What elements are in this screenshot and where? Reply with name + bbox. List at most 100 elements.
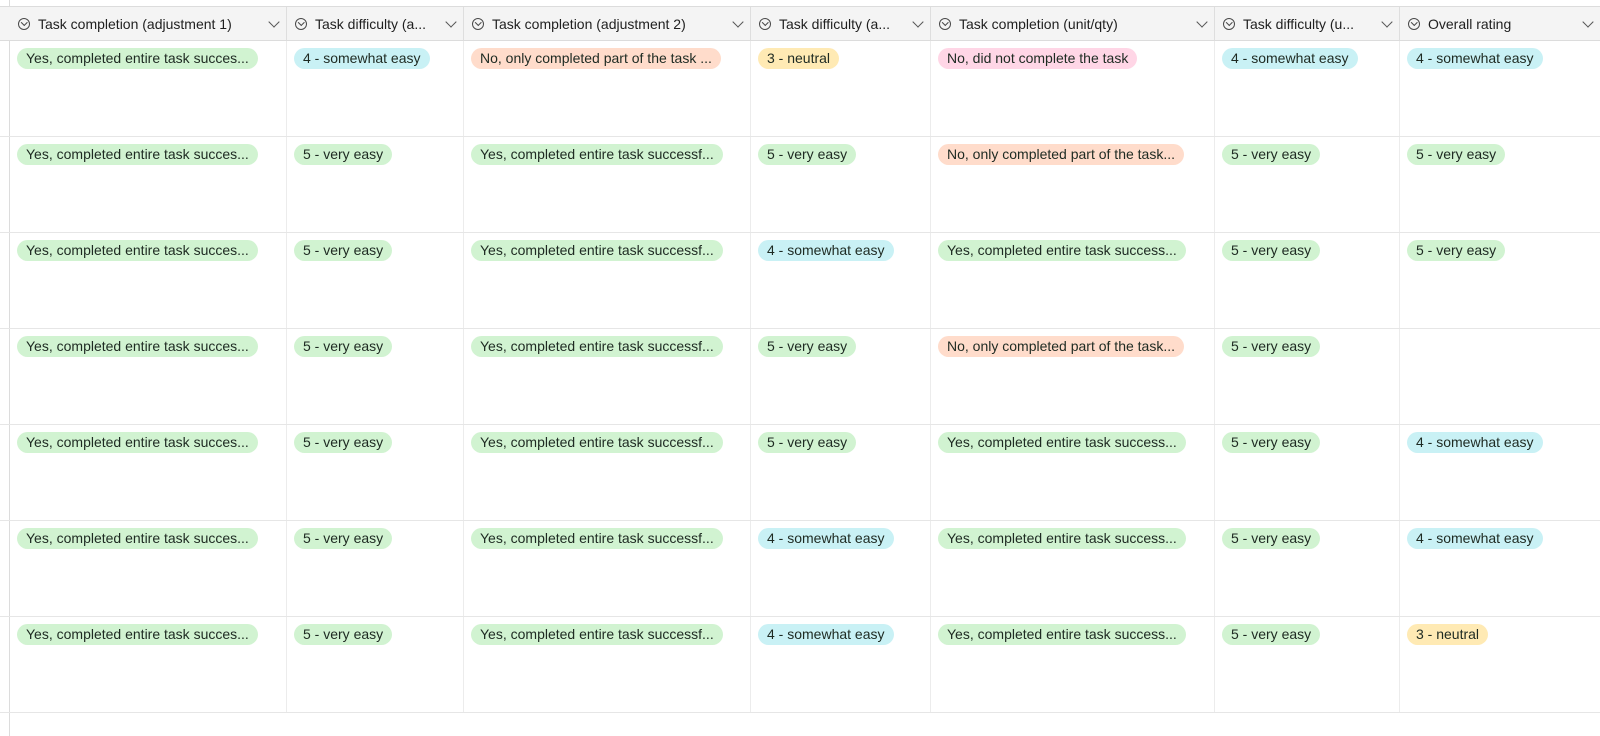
table-cell[interactable]: Yes, completed entire task succes... (10, 41, 287, 136)
table-cell[interactable]: 4 - somewhat easy (751, 233, 931, 328)
table-cell[interactable]: 5 - very easy (1215, 137, 1400, 232)
select-option-pill: Yes, completed entire task success... (938, 432, 1186, 453)
table-cell[interactable]: Yes, completed entire task success... (931, 521, 1215, 616)
table-cell[interactable]: 5 - very easy (1215, 233, 1400, 328)
table-cell[interactable]: 5 - very easy (1215, 329, 1400, 424)
table-cell[interactable]: 4 - somewhat easy (751, 617, 931, 712)
table-cell[interactable]: Yes, completed entire task success... (931, 425, 1215, 520)
column-header-label: Task difficulty (a... (315, 15, 427, 32)
table-cell[interactable]: 5 - very easy (1215, 425, 1400, 520)
column-header-task-completion-adjustment-1[interactable]: Task completion (adjustment 1) (10, 7, 287, 40)
select-option-pill: 4 - somewhat easy (294, 48, 430, 69)
table-cell[interactable]: 5 - very easy (287, 617, 464, 712)
table-cell[interactable]: Yes, completed entire task successf... (464, 521, 751, 616)
chevron-down-icon[interactable] (445, 15, 457, 28)
table-cell[interactable]: 5 - very easy (1215, 617, 1400, 712)
table-cell[interactable]: Yes, completed entire task succes... (10, 425, 287, 520)
table-cell[interactable]: Yes, completed entire task successf... (464, 617, 751, 712)
table-cell[interactable]: Yes, completed entire task successf... (464, 329, 751, 424)
table-cell[interactable]: Yes, completed entire task succes... (10, 137, 287, 232)
table-row[interactable]: Yes, completed entire task succes... 5 - … (0, 521, 1600, 617)
table-row[interactable]: Yes, completed entire task succes... 5 - … (0, 617, 1600, 713)
column-header-task-difficulty-adjustment-1[interactable]: Task difficulty (a... (287, 7, 464, 40)
select-option-pill: 5 - very easy (758, 336, 857, 357)
header-row: Task completion (adjustment 1) Task diff… (0, 6, 1600, 41)
table-cell[interactable]: No, did not complete the task (931, 41, 1215, 136)
table-cell[interactable]: Yes, completed entire task succes... (10, 617, 287, 712)
select-option-pill: No, only completed part of the task ... (471, 48, 721, 69)
single-select-icon (1223, 17, 1235, 30)
chevron-down-icon[interactable] (912, 15, 924, 28)
select-option-pill: No, only completed part of the task... (938, 144, 1185, 165)
table-row[interactable]: Yes, completed entire task succes... 5 - … (0, 137, 1600, 233)
table-row[interactable]: Yes, completed entire task succes... 5 - … (0, 233, 1600, 329)
chevron-down-icon[interactable] (1196, 15, 1208, 28)
column-header-label: Task difficulty (a... (779, 15, 891, 32)
select-option-pill: 3 - neutral (1407, 624, 1489, 645)
table-cell[interactable]: 5 - very easy (1400, 233, 1600, 328)
table-cell[interactable]: 5 - very easy (1215, 521, 1400, 616)
select-option-pill: Yes, completed entire task success... (938, 624, 1186, 645)
column-header-task-completion-unit-qty[interactable]: Task completion (unit/qty) (931, 7, 1215, 40)
column-header-task-difficulty-unit-qty[interactable]: Task difficulty (u... (1215, 7, 1400, 40)
table-row[interactable]: Yes, completed entire task succes... 5 - … (0, 329, 1600, 425)
column-header-label: Task completion (adjustment 2) (492, 15, 686, 32)
table-cell[interactable]: Yes, completed entire task succes... (10, 521, 287, 616)
chevron-down-icon[interactable] (1381, 15, 1393, 28)
chevron-down-icon[interactable] (1582, 15, 1594, 28)
table-cell[interactable]: 4 - somewhat easy (1215, 41, 1400, 136)
table-cell[interactable]: 4 - somewhat easy (751, 521, 931, 616)
table-row[interactable]: Yes, completed entire task succes... 5 - … (0, 425, 1600, 521)
table-cell[interactable]: 5 - very easy (751, 137, 931, 232)
table-cell[interactable]: 4 - somewhat easy (287, 41, 464, 136)
select-option-pill: 5 - very easy (1222, 336, 1321, 357)
table-cell[interactable]: Yes, completed entire task success... (931, 617, 1215, 712)
select-option-pill: 4 - somewhat easy (1407, 48, 1543, 69)
table-cell[interactable]: 4 - somewhat easy (1400, 521, 1600, 616)
chevron-down-icon[interactable] (268, 15, 280, 28)
table-cell[interactable]: 5 - very easy (287, 137, 464, 232)
table-cell[interactable]: Yes, completed entire task successf... (464, 233, 751, 328)
table-cell[interactable]: 5 - very easy (287, 233, 464, 328)
select-option-pill: 5 - very easy (294, 336, 393, 357)
table-cell[interactable]: 3 - neutral (751, 41, 931, 136)
select-option-pill: 4 - somewhat easy (1222, 48, 1358, 69)
table-cell[interactable]: 4 - somewhat easy (1400, 425, 1600, 520)
table-cell[interactable]: 5 - very easy (287, 521, 464, 616)
table-cell[interactable]: 4 - somewhat easy (1400, 41, 1600, 136)
table-cell[interactable] (1400, 329, 1600, 424)
table-cell[interactable]: 5 - very easy (751, 425, 931, 520)
table-cell[interactable]: Yes, completed entire task successf... (464, 425, 751, 520)
single-select-icon (472, 17, 484, 30)
select-option-pill: 4 - somewhat easy (1407, 528, 1543, 549)
select-option-pill: 5 - very easy (294, 528, 393, 549)
select-option-pill: Yes, completed entire task succes... (17, 432, 258, 453)
table-cell[interactable]: No, only completed part of the task... (931, 137, 1215, 232)
table-cell[interactable]: 3 - neutral (1400, 617, 1600, 712)
column-header-task-difficulty-adjustment-2[interactable]: Task difficulty (a... (751, 7, 931, 40)
table-cell[interactable]: No, only completed part of the task ... (464, 41, 751, 136)
select-option-pill: Yes, completed entire task succes... (17, 624, 258, 645)
select-option-pill: Yes, completed entire task succes... (17, 240, 258, 261)
select-option-pill: Yes, completed entire task successf... (471, 336, 723, 357)
table-cell[interactable]: 5 - very easy (287, 425, 464, 520)
table-cell[interactable]: 5 - very easy (1400, 137, 1600, 232)
table-cell[interactable]: Yes, completed entire task succes... (10, 233, 287, 328)
chevron-down-icon[interactable] (732, 15, 744, 28)
select-option-pill: Yes, completed entire task success... (938, 528, 1186, 549)
column-header-overall-rating[interactable]: Overall rating (1400, 7, 1600, 40)
select-option-pill: Yes, completed entire task succes... (17, 528, 258, 549)
select-option-pill: 4 - somewhat easy (758, 624, 894, 645)
table-row[interactable]: Yes, completed entire task succes... 4 - … (0, 41, 1600, 137)
select-option-pill: 4 - somewhat easy (1407, 432, 1543, 453)
table-cell[interactable]: Yes, completed entire task succes... (10, 329, 287, 424)
table-cell[interactable]: 5 - very easy (287, 329, 464, 424)
table-cell[interactable]: Yes, completed entire task successf... (464, 137, 751, 232)
table-cell[interactable]: No, only completed part of the task... (931, 329, 1215, 424)
select-option-pill: 5 - very easy (1222, 432, 1321, 453)
table-cell[interactable]: 5 - very easy (751, 329, 931, 424)
select-option-pill: 5 - very easy (1222, 528, 1321, 549)
select-option-pill: Yes, completed entire task successf... (471, 432, 723, 453)
table-cell[interactable]: Yes, completed entire task success... (931, 233, 1215, 328)
column-header-task-completion-adjustment-2[interactable]: Task completion (adjustment 2) (464, 7, 751, 40)
